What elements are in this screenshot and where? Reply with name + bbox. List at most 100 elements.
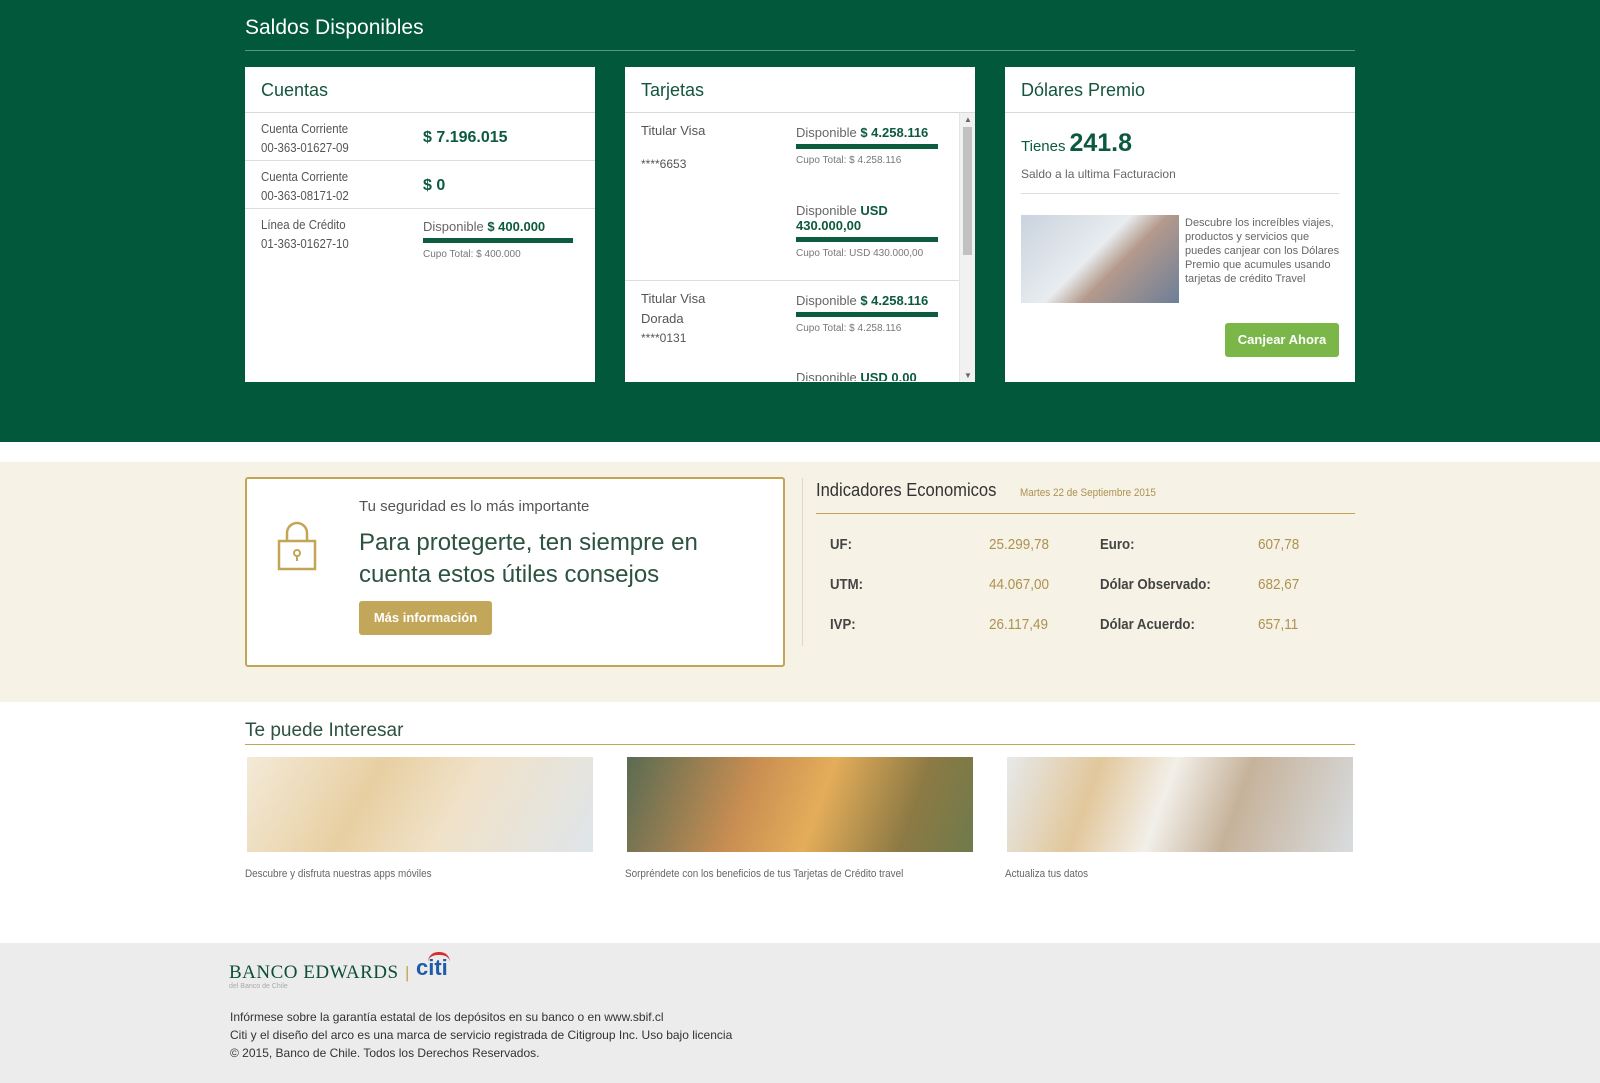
card-title: Cuentas [245,67,595,113]
saldos-section: Saldos Disponibles Cuentas Cuenta Corrie… [0,0,1600,442]
available-amount: $ 400.000 [487,219,546,234]
footer: BANCO EDWARDS del Banco de Chile | citi … [0,943,1600,1083]
available-bar [796,237,938,242]
credit-available: Disponible $ 400.000 Cupo Total: $ 400.0… [423,219,573,260]
cupo-total: Cupo Total: USD 430.000,00 [796,248,924,259]
divider [1021,193,1339,194]
indicator-value: 25.299,78 [989,536,1050,553]
cards-list[interactable]: Titular Visa ****6653 Disponible $ 4.258… [625,113,975,381]
available-line: Disponible $ 400.000 [423,219,573,234]
indicators-date: Martes 22 de Septiembre 2015 [1020,487,1156,499]
available-line: Disponible USD 430.000,00 [796,203,938,233]
card-name: Titular Visa [641,291,706,306]
available-line: Disponible USD 0,00 [796,370,938,381]
available-bar [796,144,938,149]
security-title: Para protegerte, ten siempre en cuenta e… [359,529,698,588]
bank-logo-subtitle: del Banco de Chile [229,983,288,990]
account-number: 00-363-08171-02 [261,188,349,203]
available-amount: USD 0,00 [860,370,917,381]
available-label: Disponible [796,203,857,218]
account-balance: $ 0 [423,177,446,194]
card-name: Titular Visa [641,123,706,138]
indicator-label: Dólar Acuerdo: [1100,616,1195,633]
footer-text: Citi y el diseño del arco es una marca d… [230,1028,733,1042]
indicator-label: Euro: [1100,536,1135,553]
apps-promo-image[interactable] [247,757,593,852]
interesar-title: Te puede Interesar [245,720,404,741]
tarjetas-card: Tarjetas Titular Visa ****6653 Disponibl… [625,67,975,382]
promo-caption-link[interactable]: Sorpréndete con los beneficios de tus Ta… [625,868,903,880]
security-tips-box: Tu seguridad es lo más importante Para p… [245,477,785,667]
indicator-label: IVP: [830,616,856,633]
cards-scrollbar[interactable]: ▲ ▼ [959,113,975,382]
indicator-value: 682,67 [1258,576,1300,593]
indicator-value: 607,78 [1258,536,1300,553]
available-label: Disponible [796,125,857,140]
scroll-up-arrow-icon[interactable]: ▲ [964,115,972,124]
indicator-value: 26.117,49 [989,616,1049,633]
cupo-total: Cupo Total: $ 4.258.116 [796,155,902,166]
card-pesos-available: Disponible $ 4.258.116 Cupo Total: $ 4.2… [796,125,938,166]
divider [245,744,1355,745]
indicator-label: UF: [830,536,852,553]
scroll-down-arrow-icon[interactable]: ▼ [964,371,972,380]
account-number: 00-363-01627-09 [261,140,349,155]
info-section [0,462,1600,702]
credit-card-row[interactable]: Titular Visa Dorada ****0131 Disponible … [625,281,975,381]
divider [802,478,803,646]
card-title: Dólares Premio [1005,67,1355,113]
account-number: 01-363-01627-10 [261,236,349,251]
card-number: ****0131 [641,331,687,345]
available-currency: USD [860,203,888,218]
promo-caption-link[interactable]: Actualiza tus datos [1005,868,1088,880]
available-label: Disponible [796,370,857,381]
account-row[interactable]: Cuenta Corriente 00-363-08171-02 $ 0 [245,161,595,209]
available-bar [423,238,573,243]
account-name: Línea de Crédito [261,217,346,232]
scroll-thumb[interactable] [963,127,972,255]
points-caption: Saldo a la ultima Facturacion [1021,167,1176,181]
points-balance: Tienes 241.8 [1021,129,1132,158]
points-value: 241.8 [1069,129,1133,157]
available-bar [796,312,938,317]
promo-text: Descubre los increíbles viajes, producto… [1185,217,1340,285]
indicator-label: Dólar Observado: [1100,576,1211,593]
account-balance: $ 7.196.015 [423,129,508,146]
available-label: Disponible [796,293,857,308]
credit-line-row[interactable]: Línea de Crédito 01-363-01627-10 Disponi… [245,209,595,289]
account-name: Cuenta Corriente [261,169,349,184]
card-title: Tarjetas [625,67,975,113]
card-usd-available: Disponible USD 430.000,00 Cupo Total: US… [796,203,938,259]
promo-caption-link[interactable]: Descubre y disfruta nuestras apps móvile… [245,868,432,880]
account-name: Cuenta Corriente [261,121,349,136]
canjear-ahora-button[interactable]: Canjear Ahora [1225,323,1339,357]
dolares-premio-card: Dólares Premio Tienes 241.8 Saldo a la ul… [1005,67,1355,382]
available-amount: 430.000,00 [796,218,862,233]
divider [816,513,1355,514]
indicator-label: UTM: [830,576,863,593]
account-row[interactable]: Cuenta Corriente 00-363-01627-09 $ 7.196… [245,113,595,161]
footer-text: © 2015, Banco de Chile. Todos los Derech… [230,1046,540,1060]
available-amount: $ 4.258.116 [860,125,929,140]
travel-cards-promo-image[interactable] [627,757,973,852]
lock-icon [277,521,317,571]
security-subtitle: Tu seguridad es lo más importante [359,498,590,515]
logo-separator: | [405,963,410,982]
citi-logo: citi [416,955,448,980]
card-usd-available: Disponible USD 0,00 [796,370,938,381]
available-line: Disponible $ 4.258.116 [796,293,938,308]
update-data-promo-image[interactable] [1007,757,1353,852]
card-number: ****6653 [641,157,687,171]
indicator-value: 657,11 [1258,616,1299,633]
card-pesos-available: Disponible $ 4.258.116 Cupo Total: $ 4.2… [796,293,938,334]
mas-informacion-button[interactable]: Más información [359,601,492,635]
section-title: Saldos Disponibles [245,16,424,39]
bank-logo: BANCO EDWARDS [229,962,399,983]
points-label: Tienes [1021,138,1066,155]
available-amount: $ 4.258.116 [860,293,929,308]
divider [245,50,1355,51]
indicator-value: 44.067,00 [989,576,1050,593]
footer-text: Infórmese sobre la garantía estatal de l… [230,1010,664,1024]
credit-card-row[interactable]: Titular Visa ****6653 Disponible $ 4.258… [625,113,975,281]
cupo-total: Cupo Total: $ 400.000 [423,249,521,260]
